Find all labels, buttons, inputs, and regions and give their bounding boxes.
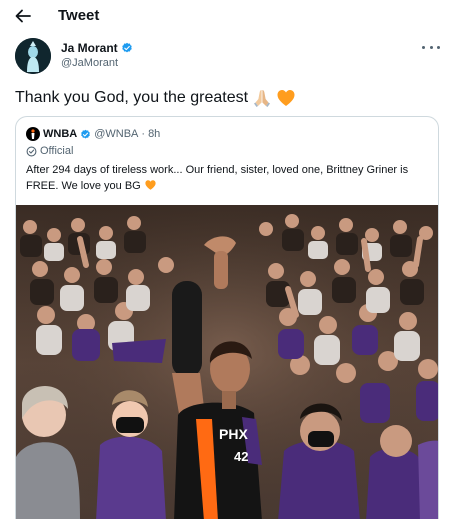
quoted-tweet-body: After 294 days of tireless work... Our f… (26, 164, 409, 192)
quoted-tweet-text: After 294 days of tireless work... Our f… (26, 162, 430, 194)
tweet-photo[interactable]: PHX 42 (16, 205, 439, 519)
author-name-row[interactable]: Ja Morant (61, 41, 133, 55)
wnba-logo-icon (26, 127, 40, 141)
jersey-text: PHX (219, 426, 248, 442)
author-handle[interactable]: @JaMorant (61, 57, 118, 69)
official-label: Official (26, 145, 73, 157)
orange-heart-icon (145, 180, 156, 190)
dot-separator: · (141, 128, 146, 140)
quoted-tweet-header: WNBA @WNBA · 8h (26, 127, 160, 141)
more-options-button[interactable] (422, 40, 440, 54)
verified-badge-icon (81, 129, 91, 138)
folded-hands-icon (254, 90, 271, 107)
tweet-header: Tweet (0, 0, 452, 32)
arrow-left-icon (15, 9, 31, 23)
avatar-image (15, 38, 51, 74)
official-badge-icon (26, 146, 37, 156)
verified-badge-icon (121, 42, 132, 53)
author-name: Ja Morant (61, 41, 118, 55)
page-title: Tweet (58, 7, 100, 24)
more-horizontal-icon (422, 45, 425, 49)
avatar[interactable] (15, 38, 51, 74)
tweet-body: Thank you God, you the greatest (15, 89, 249, 106)
jersey-number: 42 (234, 449, 248, 464)
quoted-tweet[interactable]: WNBA @WNBA · 8h Official After 294 days … (15, 116, 439, 519)
official-label-text: Official (40, 145, 74, 157)
back-button[interactable] (12, 6, 34, 26)
quoted-author-name: WNBA (43, 128, 78, 140)
tweet-text: Thank you God, you the greatest (15, 88, 296, 108)
quoted-handle: @WNBA (94, 128, 139, 140)
quoted-timestamp: 8h (148, 128, 161, 140)
orange-heart-icon (277, 90, 295, 106)
